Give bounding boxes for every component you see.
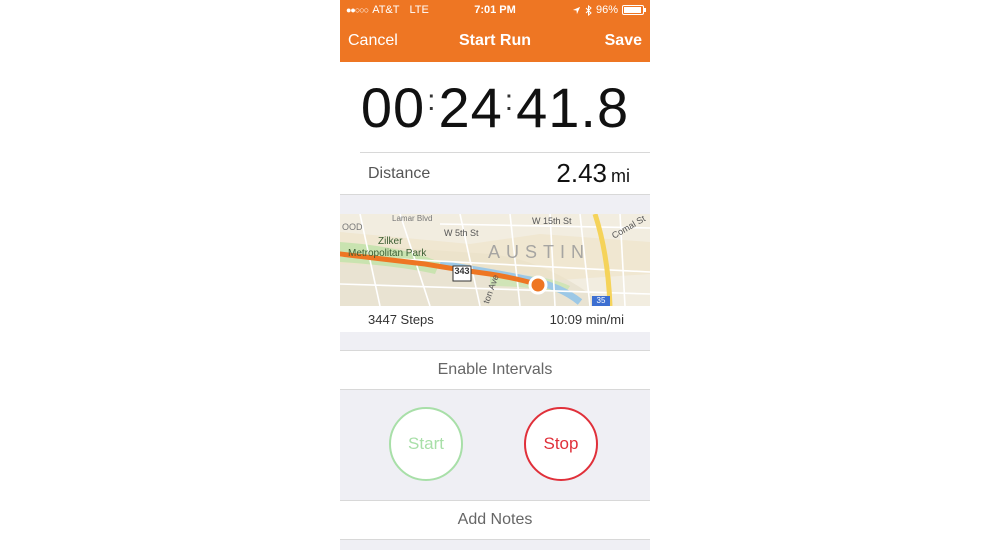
steps-count: 3447 Steps: [368, 311, 434, 327]
map-label-park-line2: Metropolitan Park: [348, 248, 427, 259]
timer-colon: :: [427, 84, 437, 117]
map-label-street-w5: W 5th St: [444, 228, 479, 238]
run-stats-row: 3447 Steps 10:09 min/mi: [340, 306, 650, 332]
section-divider: [340, 332, 650, 350]
map-label-street-w15: W 15th St: [532, 216, 572, 226]
enable-intervals-button[interactable]: Enable Intervals: [340, 350, 650, 390]
timer-colon: :: [504, 84, 515, 117]
map-label-area: OOD: [342, 222, 363, 232]
cancel-button[interactable]: Cancel: [348, 32, 398, 50]
map-label-street-lamar: Lamar Blvd: [392, 214, 433, 223]
map-label-city: AUSTIN: [488, 242, 591, 262]
distance-value: 2.43: [556, 158, 607, 188]
save-button[interactable]: Save: [605, 32, 642, 50]
navigation-bar: Cancel Start Run Save: [340, 20, 650, 62]
start-button[interactable]: Start: [389, 407, 463, 481]
current-location-marker: [528, 275, 548, 295]
map-label-park-line1: Zilker: [378, 236, 403, 247]
distance-unit: mi: [611, 166, 630, 186]
pace-value: 10:09 min/mi: [549, 311, 624, 327]
run-controls: Start Stop: [340, 390, 650, 500]
timer-seconds: 41.8: [516, 75, 630, 139]
distance-row: Distance 2.43 mi: [360, 152, 650, 194]
timer-hours: 00: [360, 75, 426, 139]
section-divider: [340, 194, 650, 214]
clock: 7:01 PM: [474, 4, 516, 16]
stop-button[interactable]: Stop: [524, 407, 598, 481]
distance-label: Distance: [368, 164, 431, 182]
phone-screen: ●●○○○ AT&T LTE 7:01 PM 96% Cancel Start …: [340, 0, 650, 550]
timer-minutes: 24: [438, 75, 503, 139]
section-divider: [340, 540, 650, 550]
route-map[interactable]: OOD Zilker Metropolitan Park AUSTIN W 15…: [340, 214, 650, 306]
status-bar: ●●○○○ AT&T LTE 7:01 PM 96%: [340, 0, 650, 20]
elapsed-timer: 00:24:41.8: [340, 62, 650, 152]
battery-fill: [624, 7, 642, 13]
highway-35-label: 35: [596, 296, 606, 305]
highway-343-label: 343: [454, 266, 470, 276]
add-notes-button[interactable]: Add Notes: [340, 500, 650, 540]
battery-icon: [622, 5, 646, 15]
